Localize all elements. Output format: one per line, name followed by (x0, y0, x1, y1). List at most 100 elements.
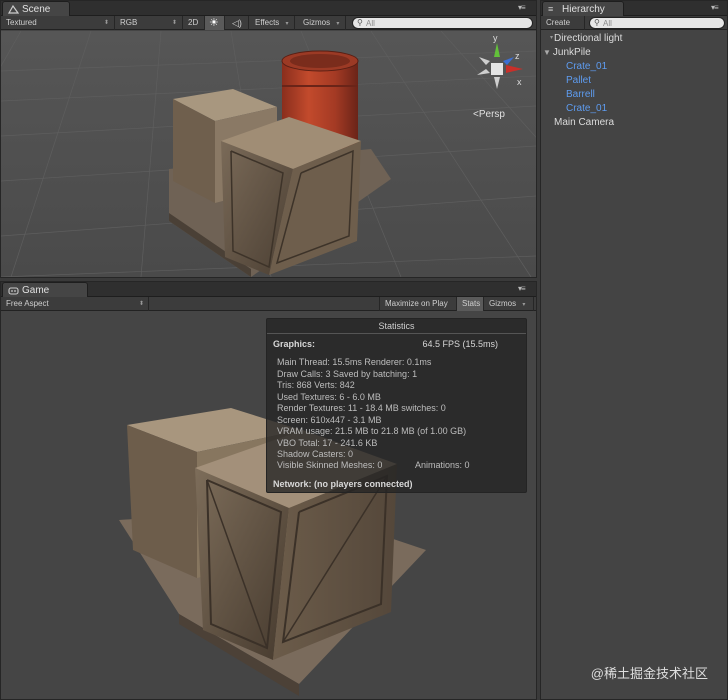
hierarchy-item-label: Barrell (566, 89, 595, 100)
stat-line: Shadow Casters: 0 (277, 449, 354, 459)
axis-gizmo-icon (477, 43, 523, 89)
unity-editor: Scene ▾≡ Textured ⬍ RGB ⬍ 2D ☀ ◁) Effect… (0, 0, 728, 700)
game-gizmos-dropdown[interactable]: Gizmos ▾ (484, 297, 534, 311)
hierarchy-tabbar: ≡ Hierarchy ▾≡ (541, 1, 727, 17)
scene-gizmos-caret-icon: ▾ (336, 21, 340, 27)
draw-mode-dropdown[interactable]: Textured ⬍ (1, 16, 115, 30)
aspect-value: Free Aspect (6, 299, 49, 308)
hierarchy-item-crate-01-b[interactable]: Crate_01 (566, 103, 607, 114)
projection-label: Persp (478, 109, 505, 120)
lighting-toggle[interactable]: ☀ (205, 16, 225, 30)
hierarchy-item-barrell[interactable]: Barrell (566, 89, 595, 100)
maximize-on-play-label: Maximize on Play (385, 299, 448, 308)
stat-line: VBO Total: 17 - 241.6 KB (277, 438, 378, 448)
hierarchy-item-pallet[interactable]: Pallet (566, 75, 591, 86)
graphics-label: Graphics: (273, 339, 316, 349)
game-tabbar: Game ▾≡ (1, 282, 536, 298)
hierarchy-panel-menu-icon[interactable]: ▾≡ (711, 4, 723, 12)
scene-viewport[interactable]: y z x <Persp (1, 31, 536, 277)
list-icon: ≡ (548, 4, 554, 14)
stat-line: Screen: 610x447 - 3.1 MB (277, 415, 382, 425)
tab-scene[interactable]: Scene (2, 1, 70, 17)
draw-mode-caret-icon: ⬍ (103, 20, 109, 26)
render-mode-dropdown[interactable]: RGB ⬍ (115, 16, 183, 30)
effects-dropdown[interactable]: Effects ▾ (250, 16, 295, 30)
scene-toolbar: Textured ⬍ RGB ⬍ 2D ☀ ◁) Effects ▾ Gizmo… (1, 16, 536, 30)
create-dropdown[interactable]: Create ▾ (541, 16, 585, 41)
statistics-title: Statistics (378, 321, 415, 331)
hierarchy-item-label: Directional light (554, 33, 623, 44)
hierarchy-search-input[interactable]: ⚲ All (589, 17, 725, 29)
hierarchy-panel: ≡ Hierarchy ▾≡ Create ▾ ⚲ All Directiona… (540, 0, 728, 700)
game-panel-menu-icon[interactable]: ▾≡ (518, 285, 530, 293)
render-mode-value: RGB (120, 18, 138, 27)
scene-panel: Scene ▾≡ Textured ⬍ RGB ⬍ 2D ☀ ◁) Effect… (0, 0, 537, 278)
hierarchy-item-label: Crate_01 (566, 61, 608, 72)
scene-view-render (1, 31, 536, 277)
axis-x-label: x (517, 77, 522, 87)
network-stat: Network: (no players connected) (273, 479, 413, 489)
hierarchy-item-directional-light[interactable]: Directional light (554, 33, 622, 44)
game-gizmos-label: Gizmos (489, 299, 517, 308)
scene-orientation-gizmo[interactable]: y z x (467, 33, 527, 101)
aspect-dropdown[interactable]: Free Aspect ⬍ (1, 297, 149, 311)
tab-hierarchy[interactable]: ≡ Hierarchy (542, 1, 624, 17)
game-tab-icon (8, 287, 19, 295)
scene-gizmos-dropdown[interactable]: Gizmos ▾ (298, 16, 346, 30)
tab-game[interactable]: Game (2, 282, 88, 298)
scene-gizmos-label: Gizmos (303, 18, 331, 27)
effects-caret-icon: ▾ (285, 21, 289, 27)
scene-panel-menu-icon[interactable]: ▾≡ (518, 4, 530, 12)
stat-line: Render Textures: 11 - 18.4 MB switches: … (277, 403, 446, 413)
search-icon: ⚲ (594, 18, 600, 27)
mode-2d-toggle[interactable]: 2D (185, 16, 205, 30)
hierarchy-tab-label: Hierarchy (562, 4, 605, 15)
fps-value: 64.5 FPS (15.5ms) (422, 339, 498, 349)
scene-search-input[interactable]: ⚲ All (352, 17, 533, 29)
hierarchy-search-placeholder: All (603, 19, 612, 28)
hierarchy-toolbar: Create ▾ ⚲ All (541, 16, 727, 41)
game-tab-label: Game (22, 285, 50, 296)
draw-mode-value: Textured (6, 18, 37, 27)
hierarchy-tree: Directional light ▼ JunkPile Crate_01 Pal… (541, 31, 727, 691)
projection-toggle[interactable]: <Persp (473, 109, 505, 120)
stat-line: Main Thread: 15.5ms Renderer: 0.1ms (277, 357, 432, 367)
stats-toggle[interactable]: Stats (457, 297, 484, 311)
hierarchy-item-label: JunkPile (552, 47, 591, 58)
scene-tab-label: Scene (22, 4, 51, 15)
stat-line: Draw Calls: 3 Saved by batching: 1 (277, 369, 418, 379)
search-icon: ⚲ (357, 18, 363, 27)
hierarchy-item-label: Main Camera (554, 117, 615, 128)
stat-line: Used Textures: 6 - 6.0 MB (277, 392, 381, 402)
skinned-meshes-stat: Visible Skinned Meshes: 0 (277, 460, 383, 470)
maximize-on-play-toggle[interactable]: Maximize on Play (379, 297, 457, 311)
statistics-divider (267, 333, 526, 334)
hierarchy-item-crate-01[interactable]: Crate_01 (566, 61, 607, 72)
render-mode-caret-icon: ⬍ (171, 20, 177, 26)
watermark: @稀土掘金技术社区 (590, 666, 708, 681)
hierarchy-item-main-camera[interactable]: Main Camera (554, 117, 614, 128)
game-gizmos-caret-icon: ▾ (522, 302, 526, 308)
audio-toggle[interactable]: ◁) (227, 16, 249, 30)
sun-icon: ☀ (209, 17, 219, 29)
expand-triangle-icon[interactable]: ▼ (543, 48, 551, 57)
game-toolbar: Free Aspect ⬍ Maximize on Play Stats Giz… (1, 297, 536, 311)
speaker-icon: ◁) (232, 18, 242, 28)
stat-line: VRAM usage: 21.5 MB to 21.8 MB (of 1.00 … (277, 426, 467, 436)
create-label: Create (546, 18, 571, 27)
animations-stat: Animations: 0 (415, 460, 470, 470)
aspect-caret-icon: ⬍ (138, 301, 144, 307)
axis-y-label: y (493, 33, 498, 43)
hierarchy-item-label: Crate_01 (566, 103, 608, 114)
axis-z-label: z (515, 51, 520, 61)
effects-label: Effects (255, 18, 280, 27)
stats-label: Stats (462, 299, 481, 308)
hierarchy-item-junkpile[interactable]: ▼ JunkPile (543, 47, 591, 58)
mode-2d-label: 2D (188, 18, 199, 27)
statistics-overlay: Statistics Graphics: 64.5 FPS (15.5ms) M… (266, 318, 527, 493)
scene-tabbar: Scene ▾≡ (1, 1, 536, 17)
scene-tab-icon (8, 5, 19, 14)
hierarchy-item-label: Pallet (566, 75, 592, 86)
scene-search-placeholder: All (366, 19, 375, 28)
stat-line: Tris: 868 Verts: 842 (277, 380, 355, 390)
